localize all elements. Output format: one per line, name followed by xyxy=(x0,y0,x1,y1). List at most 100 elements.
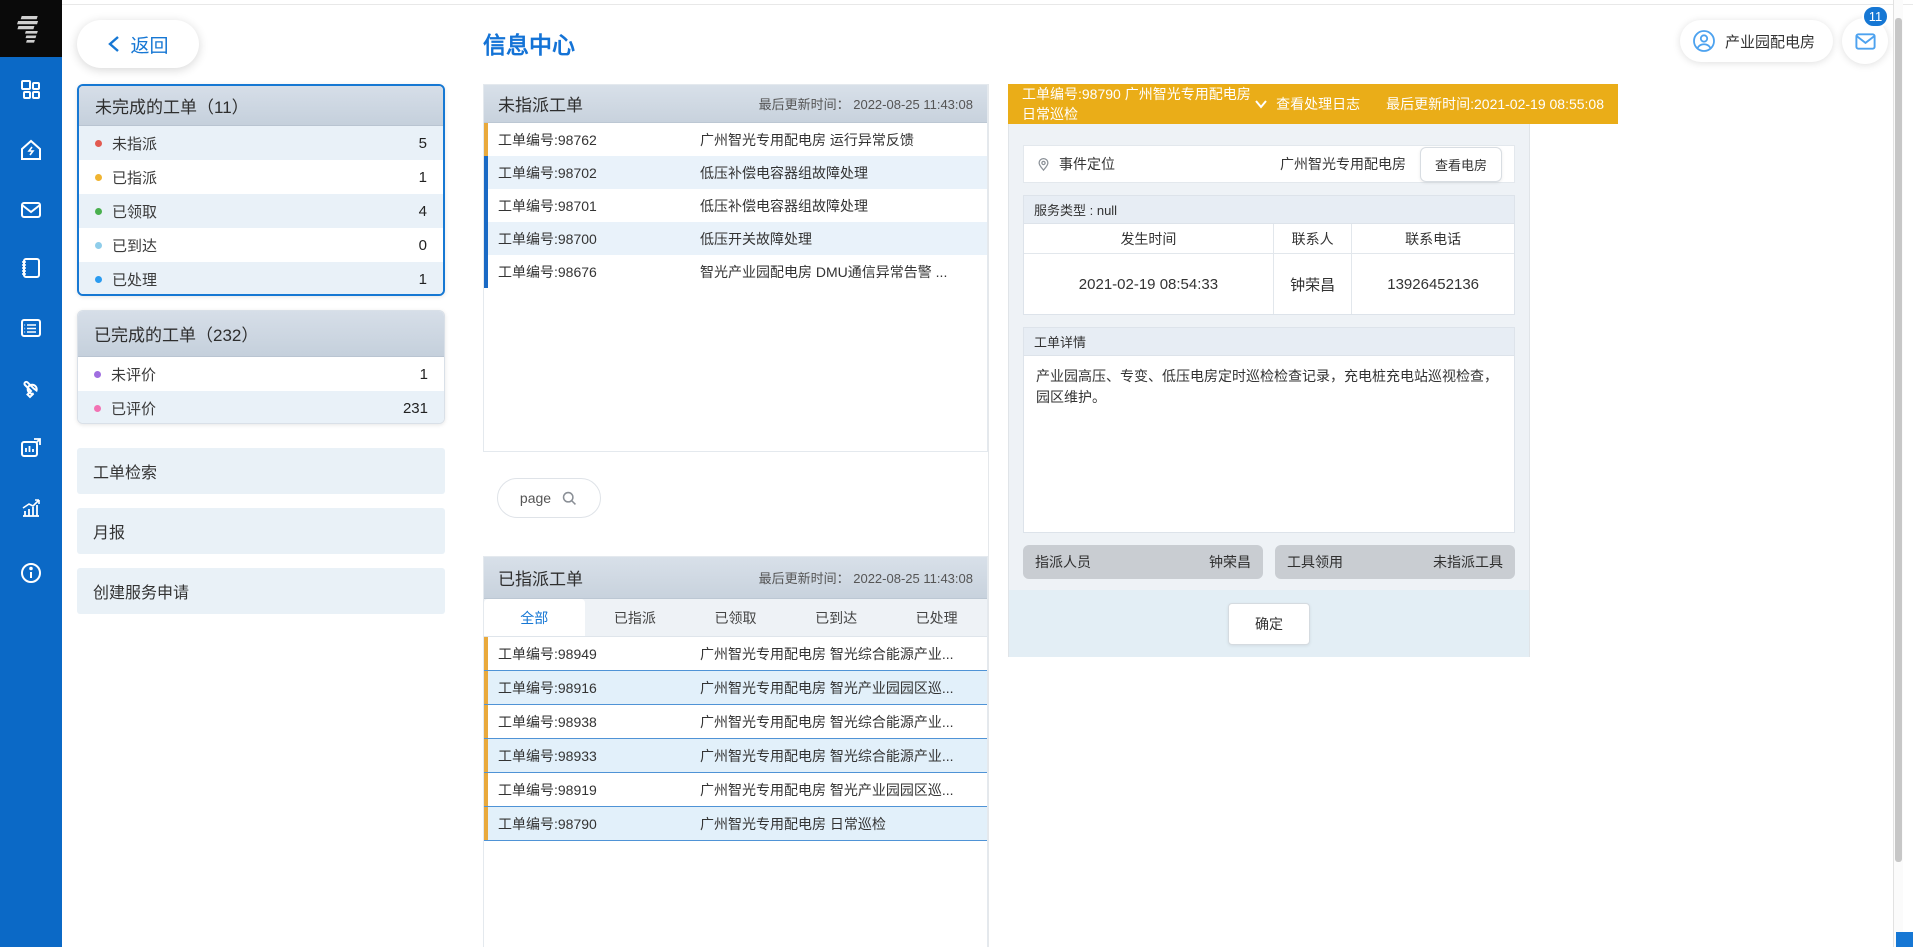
view-power-room-button[interactable]: 查看电房 xyxy=(1420,147,1502,182)
confirm-button[interactable]: 确定 xyxy=(1228,603,1310,645)
search-value: page xyxy=(520,490,551,506)
assigned-orders-panel: 已指派工单 最后更新时间： 2022-08-25 11:43:08 全部 已指派… xyxy=(483,556,988,947)
unassigned-rows: 工单编号:98762 广州智光专用配电房 运行异常反馈 工单编号:98702 低… xyxy=(484,123,987,288)
order-title: 广州智光专用配电房 日常巡检 xyxy=(700,814,987,834)
stat-row-assigned[interactable]: 已指派 1 xyxy=(79,160,443,194)
stat-row-unassigned[interactable]: 未指派 5 xyxy=(79,126,443,160)
page-search-input[interactable]: page xyxy=(497,478,601,518)
tab-processed[interactable]: 已处理 xyxy=(886,599,987,636)
order-row[interactable]: 工单编号:98762 广州智光专用配电房 运行异常反馈 xyxy=(484,123,987,156)
stat-row-unrated[interactable]: 未评价 1 xyxy=(78,357,444,391)
scrollbar-corner xyxy=(1896,932,1913,947)
event-location-value: 广州智光专用配电房 xyxy=(1280,154,1406,174)
stat-label: 已领取 xyxy=(112,201,419,222)
unassigned-orders-panel: 未指派工单 最后更新时间： 2022-08-25 11:43:08 工单编号:9… xyxy=(483,84,988,452)
order-number: 工单编号:98701 xyxy=(484,196,700,216)
dashboard-grid-icon[interactable] xyxy=(19,78,43,102)
stat-row-processed[interactable]: 已处理 1 xyxy=(79,262,443,296)
unassigned-panel-header: 未指派工单 最后更新时间： 2022-08-25 11:43:08 xyxy=(484,85,987,123)
report-chart-icon[interactable] xyxy=(19,436,43,460)
worklist-icon[interactable] xyxy=(19,316,43,340)
page-scrollbar-thumb[interactable] xyxy=(1895,18,1902,862)
tab-all[interactable]: 全部 xyxy=(484,599,585,636)
assigned-updated-time: 最后更新时间： 2022-08-25 11:43:08 xyxy=(759,568,973,587)
order-row[interactable]: 工单编号:98676 智光产业园配电房 DMU通信异常告警 ... xyxy=(484,255,987,288)
order-title: 广州智光专用配电房 智光综合能源产业... xyxy=(700,746,987,766)
order-number: 工单编号:98790 xyxy=(484,814,700,834)
order-title: 智光产业园配电房 DMU通信异常告警 ... xyxy=(700,262,987,282)
order-title: 广州智光专用配电房 智光产业园园区巡... xyxy=(700,780,987,800)
event-location-label: 事件定位 xyxy=(1059,154,1280,174)
order-row[interactable]: 工单编号:98938 广州智光专用配电房 智光综合能源产业... xyxy=(484,705,987,739)
order-row[interactable]: 工单编号:98933 广州智光专用配电房 智光综合能源产业... xyxy=(484,739,987,773)
order-title: 广州智光专用配电房 智光产业园园区巡... xyxy=(700,678,987,698)
order-details-box: 工单详情 产业园高压、专变、低压电房定时巡检检查记录，充电桩充电站巡视检查，园区… xyxy=(1023,327,1515,533)
stat-count: 0 xyxy=(419,237,427,254)
chevron-down-icon xyxy=(1254,97,1268,111)
stat-label: 未指派 xyxy=(112,133,419,154)
status-dot xyxy=(95,208,102,215)
tab-arrived[interactable]: 已到达 xyxy=(786,599,887,636)
info-icon[interactable] xyxy=(19,561,43,585)
order-row[interactable]: 工单编号:98919 广州智光专用配电房 智光产业园园区巡... xyxy=(484,773,987,807)
stat-row-claimed[interactable]: 已领取 4 xyxy=(79,194,443,228)
stat-label: 已处理 xyxy=(112,269,419,290)
order-row-selected[interactable]: 工单编号:98790 广州智光专用配电房 日常巡检 xyxy=(484,807,987,841)
tools-value: 未指派工具 xyxy=(1433,552,1503,572)
status-bar xyxy=(484,189,488,222)
stat-label: 已指派 xyxy=(112,167,419,188)
user-icon xyxy=(1692,29,1716,53)
back-button[interactable]: 返回 xyxy=(77,20,199,68)
stat-row-arrived[interactable]: 已到达 0 xyxy=(79,228,443,262)
order-row[interactable]: 工单编号:98702 低压补偿电容器组故障处理 xyxy=(484,156,987,189)
tab-assigned[interactable]: 已指派 xyxy=(585,599,686,636)
current-account-button[interactable]: 产业园配电房 xyxy=(1680,20,1833,62)
status-bar xyxy=(484,255,488,288)
mail-icon[interactable] xyxy=(19,198,43,222)
status-bar xyxy=(484,773,488,806)
stat-count: 1 xyxy=(419,169,427,186)
create-service-request-link[interactable]: 创建服务申请 xyxy=(77,568,445,614)
order-row[interactable]: 工单编号:98700 低压开关故障处理 xyxy=(484,222,987,255)
status-dot xyxy=(94,371,101,378)
status-dot xyxy=(95,140,102,147)
status-dot xyxy=(95,242,102,249)
order-row[interactable]: 工单编号:98949 广州智光专用配电房 智光综合能源产业... xyxy=(484,637,987,671)
home-icon[interactable] xyxy=(19,138,43,162)
unfinished-orders-card[interactable]: 未完成的工单（11） 未指派 5 已指派 1 已领取 4 已到达 0 已处理 1 xyxy=(77,84,445,296)
page-title: 信息中心 xyxy=(483,26,575,60)
trend-chart-icon[interactable] xyxy=(19,496,43,520)
tab-claimed[interactable]: 已领取 xyxy=(685,599,786,636)
stat-count: 1 xyxy=(420,366,428,383)
assignee-bar[interactable]: 指派人员 钟荣昌 xyxy=(1023,545,1263,579)
status-bar xyxy=(484,637,488,670)
stat-label: 未评价 xyxy=(111,364,420,385)
finished-orders-list: 未评价 1 已评价 231 xyxy=(78,357,444,424)
wrench-icon[interactable] xyxy=(19,376,43,400)
order-row[interactable]: 工单编号:98916 广州智光专用配电房 智光产业园园区巡... xyxy=(484,671,987,705)
unfinished-orders-title: 未完成的工单（11） xyxy=(79,86,443,126)
order-number: 工单编号:98933 xyxy=(484,746,700,766)
order-row[interactable]: 工单编号:98701 低压补偿电容器组故障处理 xyxy=(484,189,987,222)
finished-orders-card[interactable]: 已完成的工单（232） 未评价 1 已评价 231 xyxy=(77,310,445,424)
finished-orders-title: 已完成的工单（232） xyxy=(78,311,444,357)
order-details-text: 产业园高压、专变、低压电房定时巡检检查记录，充电桩充电站巡视检查，园区维护。 xyxy=(1024,356,1514,418)
assigned-panel-header: 已指派工单 最后更新时间： 2022-08-25 11:43:08 xyxy=(484,557,987,599)
contact-person-value: 钟荣昌 xyxy=(1274,254,1352,314)
search-icon[interactable] xyxy=(561,490,578,507)
chevron-left-icon xyxy=(107,35,121,53)
location-pin-icon xyxy=(1036,157,1051,172)
order-search-link[interactable]: 工单检索 xyxy=(77,448,445,494)
message-count-badge: 11 xyxy=(1862,5,1889,28)
stat-count: 4 xyxy=(419,203,427,220)
status-dot xyxy=(95,276,102,283)
col-contact-phone: 联系电话 xyxy=(1352,224,1514,253)
notebook-icon[interactable] xyxy=(19,256,43,280)
envelope-icon xyxy=(1854,30,1877,53)
view-log-button[interactable]: 查看处理日志 xyxy=(1254,94,1360,114)
monthly-report-link[interactable]: 月报 xyxy=(77,508,445,554)
tools-bar[interactable]: 工具领用 未指派工具 xyxy=(1275,545,1515,579)
detail-order-title: 工单编号:98790 广州智光专用配电房 日常巡检 xyxy=(1022,84,1254,124)
order-number: 工单编号:98676 xyxy=(484,262,700,282)
stat-row-rated[interactable]: 已评价 231 xyxy=(78,391,444,424)
